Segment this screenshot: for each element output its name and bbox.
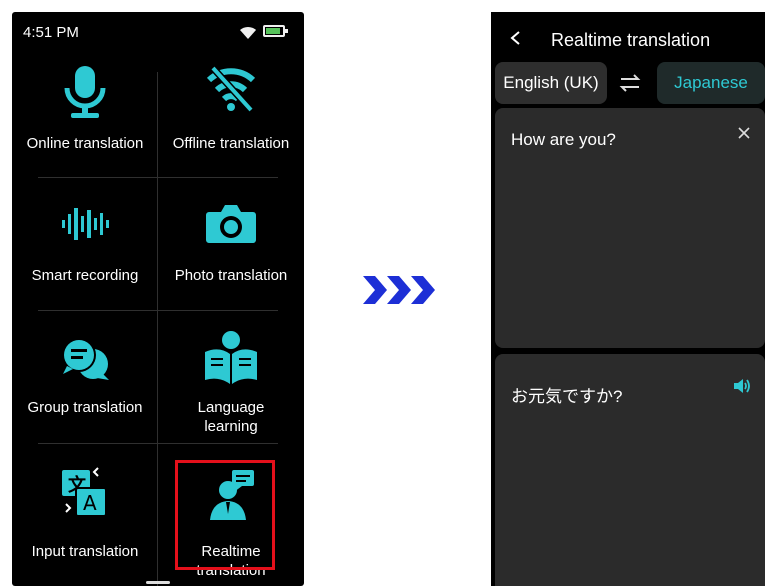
tile-label: Smart recording	[31, 267, 139, 284]
source-text-panel[interactable]: How are you?	[495, 108, 765, 348]
source-text: How are you?	[511, 130, 616, 149]
translated-text-panel: お元気ですか?	[495, 354, 765, 586]
home-screen: 4:51 PM Online translation Offline trans…	[12, 12, 304, 586]
chat-bubbles-icon	[62, 338, 109, 380]
tile-group-translation[interactable]: Group translation	[12, 316, 158, 448]
tile-offline-translation[interactable]: Offline translation	[158, 52, 304, 184]
realtime-translation-screen: Realtime translation English (UK) Japane…	[491, 12, 765, 586]
status-bar: 4:51 PM	[12, 12, 304, 52]
wifi-off-icon	[206, 66, 256, 112]
swap-languages-icon[interactable]	[619, 72, 641, 94]
target-language-button[interactable]: Japanese	[657, 62, 765, 104]
tile-smart-recording[interactable]: Smart recording	[12, 184, 158, 316]
tile-online-translation[interactable]: Online translation	[12, 52, 158, 184]
text-translate-icon: 文 A	[62, 467, 107, 517]
tile-photo-translation[interactable]: Photo translation	[158, 184, 304, 316]
tile-label: Offline translation	[172, 135, 290, 152]
camera-icon	[206, 205, 256, 243]
tile-label: Group translation	[27, 399, 143, 416]
tile-label: Photo translation	[174, 267, 288, 284]
audio-wave-icon	[62, 208, 109, 240]
back-arrow-icon[interactable]	[509, 30, 523, 46]
tile-label: Input translation	[31, 543, 139, 560]
page-indicator	[146, 581, 170, 584]
close-icon[interactable]	[737, 126, 751, 140]
tile-input-translation[interactable]: 文 A Input translation	[12, 448, 158, 580]
speaker-icon[interactable]	[733, 378, 751, 394]
tile-language-learning[interactable]: Language learning	[158, 316, 304, 448]
wifi-icon	[240, 26, 256, 39]
microphone-icon	[64, 66, 106, 118]
highlight-box	[175, 460, 275, 570]
battery-icon	[263, 25, 288, 37]
tile-label-line1: Language	[197, 399, 265, 416]
tile-label-line2: learning	[204, 418, 258, 435]
reading-person-icon	[205, 331, 257, 384]
chevron-right-arrows-icon	[363, 276, 435, 304]
page-title: Realtime translation	[551, 30, 711, 50]
source-language-button[interactable]: English (UK)	[495, 62, 607, 104]
translated-text: お元気ですか?	[511, 387, 623, 406]
status-time: 4:51 PM	[23, 24, 79, 41]
app-header: Realtime translation	[491, 12, 765, 64]
tile-label: Online translation	[26, 135, 144, 152]
svg-text:A: A	[83, 491, 97, 515]
